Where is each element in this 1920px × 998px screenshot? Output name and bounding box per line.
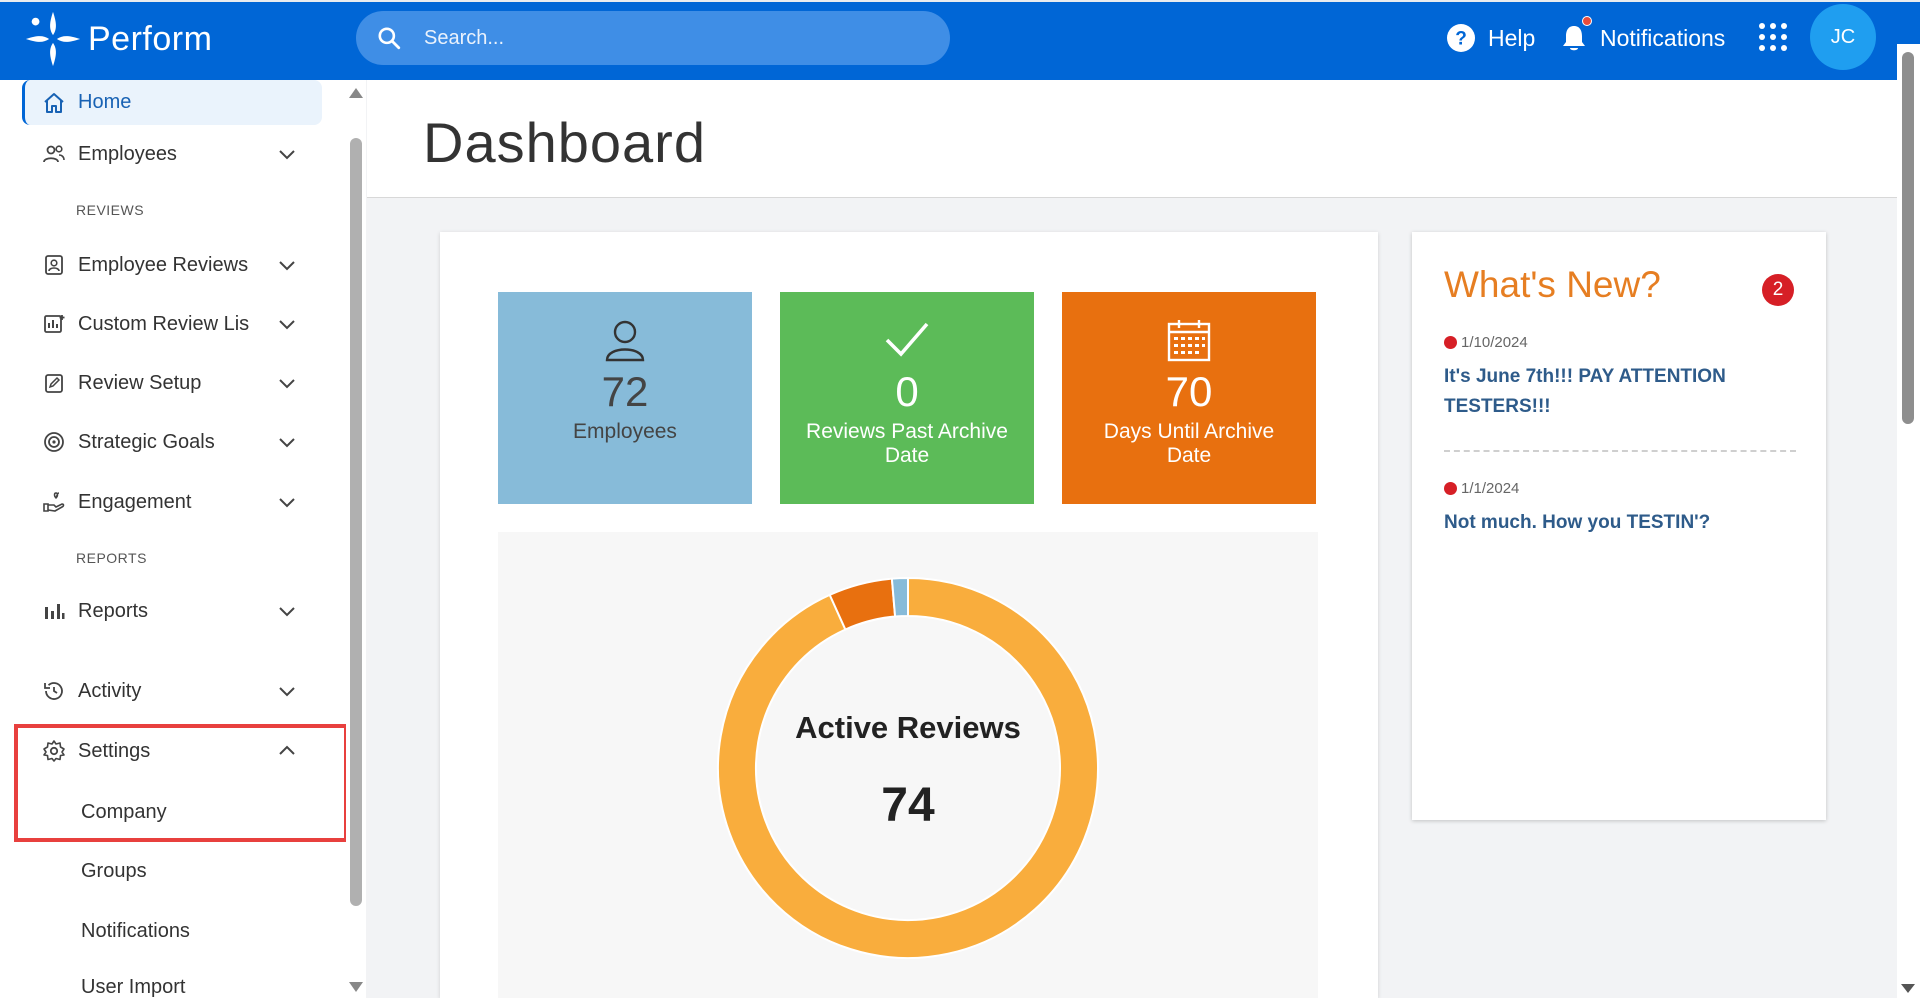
sidebar-scrollbar-thumb[interactable] (350, 138, 362, 906)
news-item-date-text: 1/1/2024 (1461, 480, 1520, 497)
news-item-date: 1/10/2024 (1444, 334, 1528, 351)
sidebar-scroll-up-arrow[interactable] (349, 88, 363, 98)
settings-highlight-box (14, 724, 348, 842)
notifications-link[interactable]: Notifications (1560, 2, 1725, 74)
sidebar-item-label: Activity (78, 679, 142, 702)
svg-text:?: ? (1455, 29, 1467, 50)
sidebar-subitem-user-import[interactable]: User Import (81, 976, 185, 998)
user-avatar[interactable]: JC (1810, 4, 1876, 70)
sidebar-item-label: Strategic Goals (78, 430, 215, 453)
clipboard-edit-icon (45, 374, 63, 393)
help-link[interactable]: ? Help (1446, 2, 1535, 74)
chevron-down-icon (279, 438, 295, 448)
donut-title: Active Reviews (795, 710, 1021, 745)
sidebar-subitem-groups[interactable]: Groups (81, 860, 147, 883)
active-reviews-chart-panel: Active Reviews 74 (498, 532, 1318, 998)
reviews-past-archive-label: Reviews Past Archive Date (806, 420, 1008, 467)
search-bar[interactable] (356, 11, 950, 65)
news-item-date-text: 1/10/2024 (1461, 334, 1528, 351)
sidebar-item-engagement[interactable]: Engagement (22, 478, 322, 526)
help-label: Help (1488, 24, 1536, 51)
chevron-down-icon (279, 498, 295, 508)
sidebar-item-label: Reports (78, 599, 149, 622)
home-icon (44, 92, 64, 113)
donut-segment-0[interactable] (717, 576, 1099, 959)
news-dot-icon (1444, 482, 1457, 495)
sidebar-item-employees[interactable]: Employees (22, 130, 322, 178)
days-until-archive-count: 70 (1165, 368, 1213, 415)
section-label-reports: REPORTS (76, 550, 147, 566)
section-label-reviews: REVIEWS (76, 202, 145, 218)
employees-count: 72 (601, 368, 649, 415)
sidebar-subitem-notifications[interactable]: Notifications (81, 920, 190, 943)
checkmark-icon (885, 322, 929, 357)
reviews-past-archive-count: 0 (895, 368, 919, 415)
sidebar-item-strategic-goals[interactable]: Strategic Goals (22, 418, 322, 466)
news-dot-icon (1444, 336, 1457, 349)
sidebar-scroll-down-arrow[interactable] (349, 982, 363, 992)
chevron-down-icon (279, 379, 295, 389)
page-scroll-down-arrow[interactable] (1901, 984, 1915, 993)
donut-segment-2[interactable] (890, 576, 909, 618)
page-scrollbar-thumb[interactable] (1902, 52, 1914, 424)
id-badge-icon (45, 255, 63, 275)
sidebar-item-reports[interactable]: Reports (22, 587, 322, 635)
employees-tile[interactable]: 72 Employees (498, 292, 752, 504)
sidebar-item-label: Custom Review Lis (78, 312, 250, 335)
notifications-label: Notifications (1600, 24, 1726, 51)
days-until-archive-tile[interactable]: 70 Days Until Archive Date (1062, 292, 1316, 504)
active-reviews-donut-chart (717, 576, 1099, 959)
donut-total: 74 (881, 779, 935, 832)
news-item-headline[interactable]: It's June 7th!!! PAY ATTENTION TESTERS!!… (1444, 362, 1804, 422)
days-until-archive-label: Days Until Archive Date (1103, 420, 1275, 467)
person-icon (605, 320, 645, 362)
sidebar-item-label: Employee Reviews (78, 253, 249, 276)
target-icon (44, 432, 64, 452)
bar-chart-icon (45, 604, 65, 619)
news-separator (1444, 450, 1796, 452)
perform-logo-icon (25, 11, 81, 67)
employees-label: Employees (573, 420, 677, 443)
whats-new-card: What's New? 2 1/10/2024 It's June 7th!!!… (1412, 232, 1826, 820)
sidebar-item-label: Engagement (78, 490, 192, 513)
calendar-icon (1167, 320, 1211, 362)
page-title: Dashboard (423, 111, 706, 174)
sidebar-item-activity[interactable]: Activity (22, 667, 322, 715)
list-chart-icon (44, 315, 65, 333)
sidebar: Home Employees REVIEWS Employee Reviews (0, 80, 366, 998)
sidebar-item-home[interactable]: Home (22, 80, 322, 125)
chevron-down-icon (279, 687, 295, 697)
sidebar-item-employee-reviews[interactable]: Employee Reviews (22, 241, 322, 289)
bell-icon (1563, 26, 1585, 51)
news-item-headline[interactable]: Not much. How you TESTIN'? (1444, 508, 1804, 538)
whats-new-count-badge: 2 (1762, 274, 1794, 306)
chevron-down-icon (279, 607, 295, 617)
sidebar-item-custom-review-lists[interactable]: Custom Review Lis (22, 300, 322, 348)
reviews-past-archive-tile[interactable]: 0 Reviews Past Archive Date (780, 292, 1034, 504)
app-name: Perform (88, 19, 213, 58)
sidebar-item-review-setup[interactable]: Review Setup (22, 359, 322, 407)
news-item-date: 1/1/2024 (1444, 480, 1519, 497)
search-icon (378, 27, 401, 50)
search-input[interactable] (424, 26, 904, 50)
whats-new-title: What's New? (1444, 264, 1661, 305)
people-icon (43, 145, 65, 163)
chevron-down-icon (279, 320, 295, 330)
top-bar: Perform ? Help Notifications JC (0, 0, 1920, 80)
hand-heart-icon (43, 492, 65, 512)
notification-dot (1582, 16, 1592, 26)
sidebar-item-label: Home (78, 91, 132, 113)
page-header: Dashboard (367, 80, 1897, 198)
sidebar-item-label: Employees (78, 142, 177, 165)
chevron-down-icon (279, 261, 295, 271)
help-icon: ? (1447, 24, 1475, 52)
app-logo[interactable]: Perform (22, 8, 212, 70)
sidebar-item-label: Review Setup (78, 371, 202, 394)
chevron-down-icon (279, 150, 295, 160)
history-icon (44, 682, 63, 700)
apps-grid-icon[interactable] (1758, 22, 1788, 52)
